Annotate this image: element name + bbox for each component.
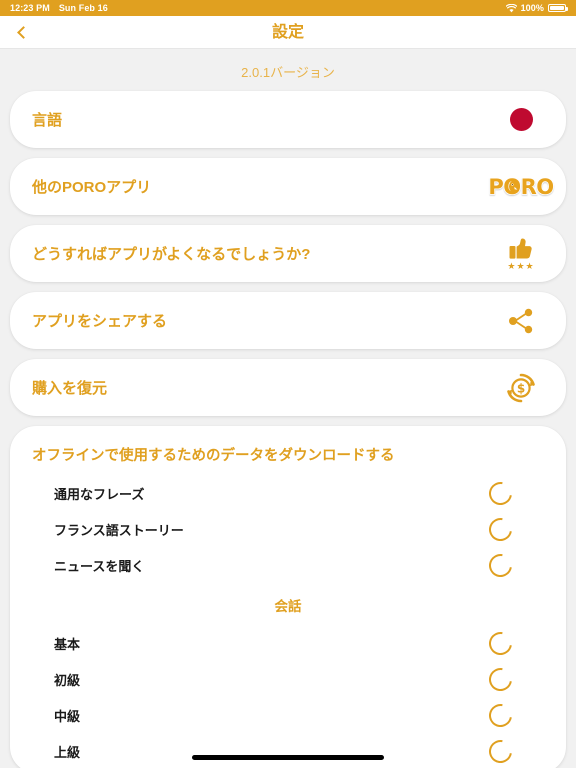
card-language[interactable]: 言語: [10, 91, 566, 148]
back-button[interactable]: [6, 17, 40, 47]
download-item-label: ニュースを聞く: [54, 558, 145, 574]
page-title: 設定: [271, 23, 304, 41]
settings-row-label: 言語: [32, 112, 63, 129]
download-item-label: 中級: [54, 708, 81, 724]
poro-bird-icon: [509, 180, 520, 192]
settings-scroll-area[interactable]: 2.0.1バージョン 言語 他のPOROアプリ PORO どうすればアプリがよく…: [0, 49, 576, 768]
loading-spinner-icon[interactable]: [484, 734, 517, 768]
card-feedback[interactable]: どうすればアプリがよくなるでしょうか? ★★★: [10, 225, 566, 282]
download-item-label: 初級: [54, 672, 81, 688]
battery-icon: [548, 4, 568, 12]
settings-row-share-app[interactable]: アプリをシェアする: [10, 292, 566, 349]
download-subsection-title: 会話: [274, 599, 302, 614]
download-item-row[interactable]: 中級: [32, 697, 544, 733]
wifi-icon: [505, 3, 517, 13]
loading-spinner-icon[interactable]: [484, 626, 517, 660]
download-item-label: フランス語ストーリー: [54, 522, 184, 538]
settings-row-restore-purchase[interactable]: 購入を復元 $: [10, 359, 566, 416]
download-section-title: オフラインで使用するためのデータをダウンロードする: [32, 448, 395, 464]
settings-row-other-poro-apps[interactable]: 他のPOROアプリ PORO: [10, 158, 566, 215]
navigation-bar: 設定: [0, 16, 576, 49]
japan-flag-icon: [498, 97, 544, 143]
poro-logo-icon: PORO: [488, 164, 555, 210]
card-restore-purchase[interactable]: 購入を復元 $: [10, 359, 566, 416]
settings-row-feedback[interactable]: どうすればアプリがよくなるでしょうか? ★★★: [10, 225, 566, 282]
status-time: 12:23 PM: [10, 3, 50, 13]
status-bar-left: 12:23 PM Sun Feb 16: [10, 3, 108, 13]
svg-text:$: $: [517, 381, 525, 395]
status-date: Sun Feb 16: [58, 3, 108, 13]
download-item-label: 通用なフレーズ: [54, 486, 145, 502]
star-rating: ★★★: [507, 260, 535, 271]
download-item-row[interactable]: ニュースを聞く: [32, 547, 544, 583]
card-other-poro-apps[interactable]: 他のPOROアプリ PORO: [10, 158, 566, 215]
version-label: 2.0.1バージョン: [241, 65, 335, 80]
settings-row-label: どうすればアプリがよくなるでしょうか?: [32, 246, 311, 263]
settings-row-label: 他のPOROアプリ: [32, 179, 152, 196]
settings-row-label: 購入を復元: [32, 380, 108, 397]
share-icon: [498, 298, 544, 344]
settings-row-label: アプリをシェアする: [32, 313, 168, 330]
thumbs-up-icon: ★★★: [498, 231, 544, 277]
home-indicator[interactable]: [192, 755, 384, 760]
chevron-left-icon: [16, 25, 30, 39]
loading-spinner-icon[interactable]: [484, 548, 517, 582]
status-bar-right: 100%: [505, 3, 568, 13]
card-offline-download: オフラインで使用するためのデータをダウンロードする 通用なフレーズ フランス語ス…: [10, 426, 566, 768]
loading-spinner-icon[interactable]: [484, 476, 517, 510]
download-item-label: 基本: [54, 636, 81, 652]
card-share-app[interactable]: アプリをシェアする: [10, 292, 566, 349]
poro-logo-text: PORO: [488, 174, 555, 200]
battery-percent-label: 100%: [520, 3, 544, 13]
download-item-row[interactable]: 基本: [32, 625, 544, 661]
download-item-row[interactable]: フランス語ストーリー: [32, 511, 544, 547]
loading-spinner-icon[interactable]: [484, 698, 517, 732]
restore-purchase-icon: $: [498, 365, 544, 411]
download-item-row[interactable]: 通用なフレーズ: [32, 475, 544, 511]
loading-spinner-icon[interactable]: [484, 662, 517, 696]
loading-spinner-icon[interactable]: [484, 512, 517, 546]
settings-row-language[interactable]: 言語: [10, 91, 566, 148]
status-bar: 12:23 PM Sun Feb 16 100%: [0, 0, 576, 16]
download-item-row[interactable]: 上級: [32, 733, 544, 768]
download-item-row[interactable]: 初級: [32, 661, 544, 697]
